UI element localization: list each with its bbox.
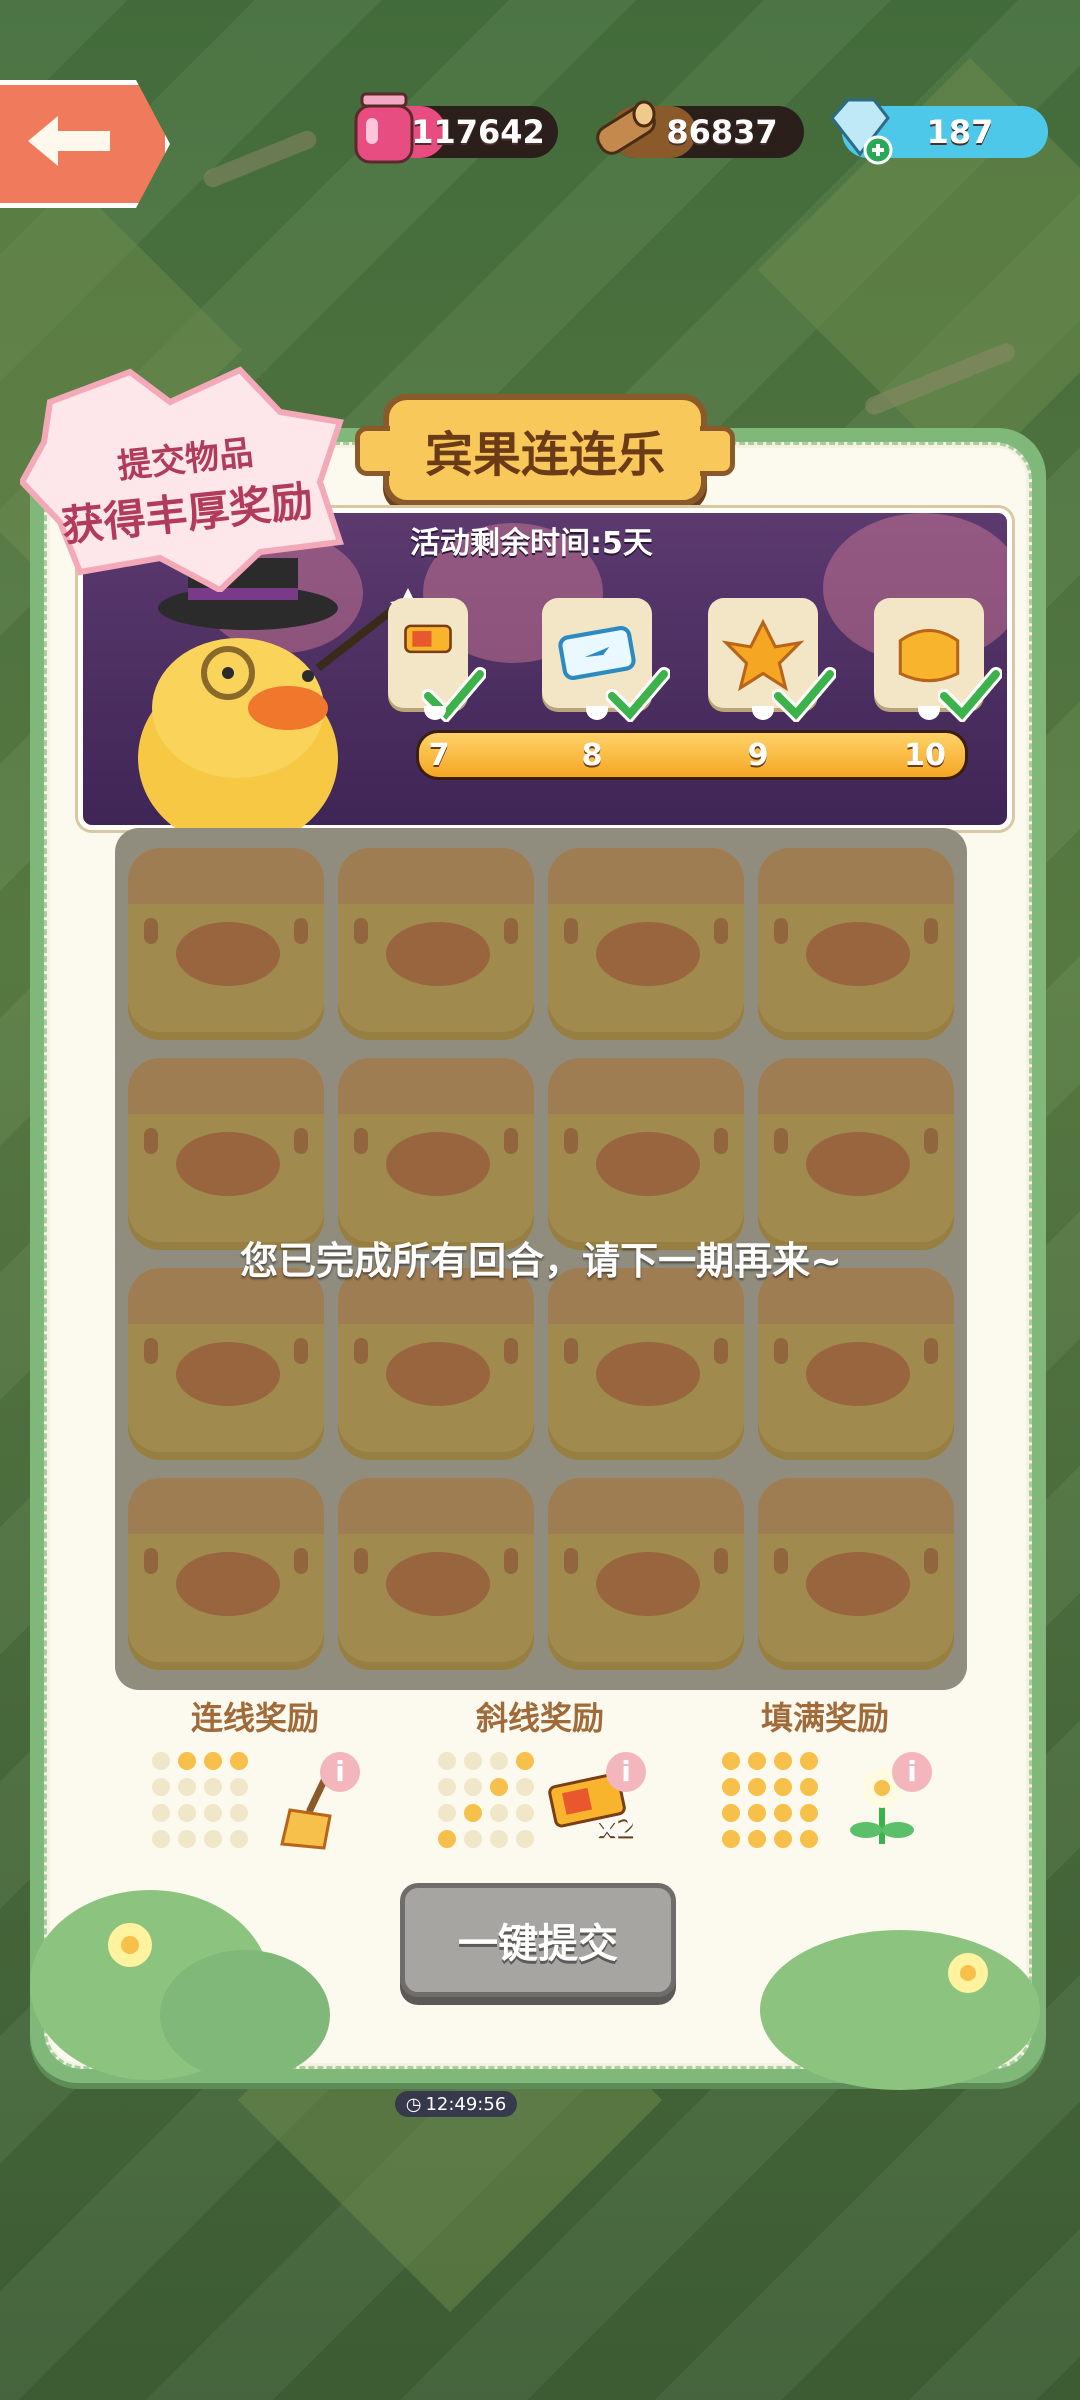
dots-fill-pattern bbox=[722, 1752, 822, 1852]
flower-decoration bbox=[948, 1953, 988, 1993]
reward-step-7[interactable] bbox=[388, 598, 486, 722]
pattern-dot bbox=[774, 1752, 792, 1770]
pattern-dot bbox=[178, 1804, 196, 1822]
progress-fill bbox=[419, 733, 965, 777]
pattern-dot bbox=[722, 1752, 740, 1770]
pattern-dot bbox=[438, 1778, 456, 1796]
pattern-dot bbox=[464, 1804, 482, 1822]
back-arrow-icon bbox=[28, 116, 110, 166]
pattern-dot bbox=[748, 1778, 766, 1796]
clock-text: 12:49:56 bbox=[425, 2093, 507, 2115]
pattern-dot bbox=[490, 1778, 508, 1796]
pattern-dot bbox=[774, 1830, 792, 1848]
wood-log-icon bbox=[596, 100, 656, 155]
pattern-dot bbox=[204, 1778, 222, 1796]
reward-step-8[interactable] bbox=[542, 598, 670, 722]
pattern-dot bbox=[438, 1830, 456, 1848]
check-icon bbox=[772, 667, 836, 722]
gem-plus-icon bbox=[830, 98, 893, 165]
pattern-dot bbox=[204, 1752, 222, 1770]
bush-decoration bbox=[160, 1950, 330, 2080]
pattern-dot bbox=[204, 1830, 222, 1848]
pattern-dot bbox=[490, 1830, 508, 1848]
info-icon[interactable]: i bbox=[606, 1752, 646, 1792]
bush-decoration bbox=[760, 1930, 1040, 2090]
check-icon bbox=[606, 667, 670, 722]
resource-wood[interactable]: 86837 bbox=[596, 100, 804, 158]
pattern-dot bbox=[230, 1830, 248, 1848]
back-button[interactable] bbox=[0, 80, 170, 208]
step-label: 9 bbox=[747, 737, 769, 773]
pattern-dot bbox=[152, 1804, 170, 1822]
event-timer: 活动剩余时间:5天 bbox=[410, 526, 653, 561]
event-title: 宾果连连乐 bbox=[355, 394, 735, 506]
pattern-dot bbox=[438, 1752, 456, 1770]
info-icon[interactable]: i bbox=[892, 1752, 932, 1792]
pattern-dot bbox=[178, 1778, 196, 1796]
pattern-dot bbox=[516, 1778, 534, 1796]
pattern-dot bbox=[516, 1830, 534, 1848]
flower-decoration bbox=[108, 1923, 152, 1967]
resource-gem[interactable]: 187 bbox=[830, 98, 1048, 165]
bonus-label-line: 连线奖励 bbox=[190, 1699, 319, 1737]
pattern-dot bbox=[748, 1804, 766, 1822]
pattern-dot bbox=[490, 1752, 508, 1770]
bonus-label-diagonal: 斜线奖励 bbox=[475, 1699, 604, 1737]
pattern-dot bbox=[464, 1830, 482, 1848]
info-icon[interactable]: i bbox=[320, 1752, 360, 1792]
clock-display: ◷ 12:49:56 bbox=[395, 2091, 517, 2117]
ticket-icon bbox=[404, 624, 452, 654]
dots-line-pattern bbox=[152, 1752, 252, 1852]
step-label: 8 bbox=[581, 737, 603, 773]
completion-message: 您已完成所有回合，请下一期再来~ bbox=[240, 1239, 842, 1283]
dots-diagonal-pattern bbox=[438, 1752, 538, 1852]
pattern-dot bbox=[516, 1804, 534, 1822]
pattern-dot bbox=[230, 1804, 248, 1822]
pattern-dot bbox=[230, 1752, 248, 1770]
submit-all-button[interactable]: 一键提交 bbox=[400, 1883, 676, 1997]
pattern-dot bbox=[800, 1752, 818, 1770]
pattern-dot bbox=[204, 1804, 222, 1822]
pattern-dot bbox=[152, 1752, 170, 1770]
pattern-dot bbox=[800, 1804, 818, 1822]
pattern-dot bbox=[800, 1778, 818, 1796]
pattern-dot bbox=[490, 1804, 508, 1822]
step-label: 7 bbox=[428, 737, 450, 773]
pattern-dot bbox=[748, 1830, 766, 1848]
pattern-dot bbox=[722, 1778, 740, 1796]
reward-step-10[interactable] bbox=[874, 598, 1002, 722]
pattern-dot bbox=[438, 1804, 456, 1822]
duck-mascot-icon bbox=[138, 558, 426, 828]
pattern-dot bbox=[230, 1778, 248, 1796]
pattern-dot bbox=[722, 1804, 740, 1822]
pattern-dot bbox=[152, 1830, 170, 1848]
pattern-dot bbox=[748, 1752, 766, 1770]
multiplier-label: x2 bbox=[598, 1810, 636, 1843]
check-icon bbox=[938, 667, 1002, 722]
reward-progress-bar: 7 8 9 10 bbox=[416, 730, 968, 780]
bonus-label-fill: 填满奖励 bbox=[760, 1699, 889, 1737]
jam-jar-icon bbox=[354, 92, 414, 164]
pattern-dot bbox=[800, 1830, 818, 1848]
pattern-dot bbox=[464, 1778, 482, 1796]
pattern-dot bbox=[178, 1752, 196, 1770]
pattern-dot bbox=[774, 1804, 792, 1822]
pattern-dot bbox=[722, 1830, 740, 1848]
pattern-dot bbox=[774, 1778, 792, 1796]
pattern-dot bbox=[152, 1778, 170, 1796]
resource-jam[interactable]: 117642 bbox=[354, 92, 558, 164]
step-label: 10 bbox=[904, 737, 946, 773]
reward-step-9[interactable] bbox=[708, 598, 836, 722]
pattern-dot bbox=[178, 1830, 196, 1848]
clock-icon: ◷ bbox=[405, 2093, 422, 2115]
pattern-dot bbox=[516, 1752, 534, 1770]
pattern-dot bbox=[464, 1752, 482, 1770]
